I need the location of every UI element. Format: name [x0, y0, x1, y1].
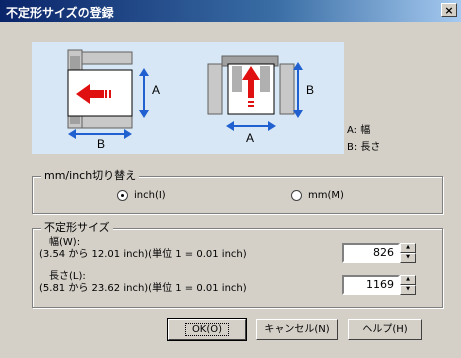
paper-size-dialog: 不定形サイズの登録 × A B B A A: 幅 B: 長さ mm/inch切り… — [0, 0, 461, 358]
diagram-label-b-left: B — [97, 137, 105, 151]
width-down-button[interactable]: ▼ — [400, 253, 416, 263]
title-bar: 不定形サイズの登録 × — [0, 0, 461, 22]
help-button-label: ヘルプ(H) — [362, 324, 408, 335]
length-up-button[interactable]: ▲ — [400, 275, 416, 285]
diagram-label-a-right: A — [246, 131, 254, 145]
dialog-title: 不定形サイズの登録 — [6, 6, 114, 20]
close-icon: × — [444, 4, 454, 17]
length-range: (5.81 から 23.62 inch)(単位 1 = 0.01 inch) — [39, 283, 247, 294]
unit-groupbox: mm/inch切り替え inch(I) mm(M) — [32, 169, 443, 214]
length-down-button[interactable]: ▼ — [400, 285, 416, 295]
radio-inch-circle — [117, 190, 128, 201]
radio-inch-label: inch(I) — [134, 190, 166, 201]
width-up-button[interactable]: ▲ — [400, 243, 416, 253]
legend-b: B: 長さ — [347, 142, 381, 153]
ok-button-label: OK(O) — [184, 323, 230, 336]
width-spinner[interactable]: 826 ▲ ▼ — [342, 243, 416, 263]
width-label: 幅(W): — [49, 237, 81, 248]
cancel-button-label: キャンセル(N) — [264, 324, 330, 335]
length-input[interactable]: 1169 — [342, 275, 400, 295]
close-button[interactable]: × — [441, 3, 457, 17]
unit-group-title: mm/inch切り替え — [41, 169, 140, 183]
width-range: (3.54 から 12.01 inch)(単位 1 = 0.01 inch) — [39, 249, 247, 260]
diagram-label-a-left: A — [152, 83, 160, 97]
size-groupbox: 不定形サイズ 幅(W): (3.54 から 12.01 inch)(単位 1 =… — [32, 221, 443, 308]
ok-button[interactable]: OK(O) — [167, 318, 247, 341]
legend-a: A: 幅 — [347, 125, 371, 136]
help-button[interactable]: ヘルプ(H) — [348, 319, 422, 340]
size-group-title: 不定形サイズ — [41, 221, 113, 235]
radio-mm-circle — [291, 190, 302, 201]
radio-mm-label: mm(M) — [308, 190, 344, 201]
width-input[interactable]: 826 — [342, 243, 400, 263]
diagram-label-b-right: B — [306, 83, 314, 97]
paper-orientation-diagram: A B B A — [32, 42, 344, 154]
orientation-illustration: A B B A — [67, 49, 314, 151]
cancel-button[interactable]: キャンセル(N) — [256, 319, 338, 340]
length-label: 長さ(L): — [49, 271, 86, 282]
radio-inch[interactable]: inch(I) — [117, 190, 166, 201]
radio-mm[interactable]: mm(M) — [291, 190, 344, 201]
length-spinner[interactable]: 1169 ▲ ▼ — [342, 275, 416, 295]
